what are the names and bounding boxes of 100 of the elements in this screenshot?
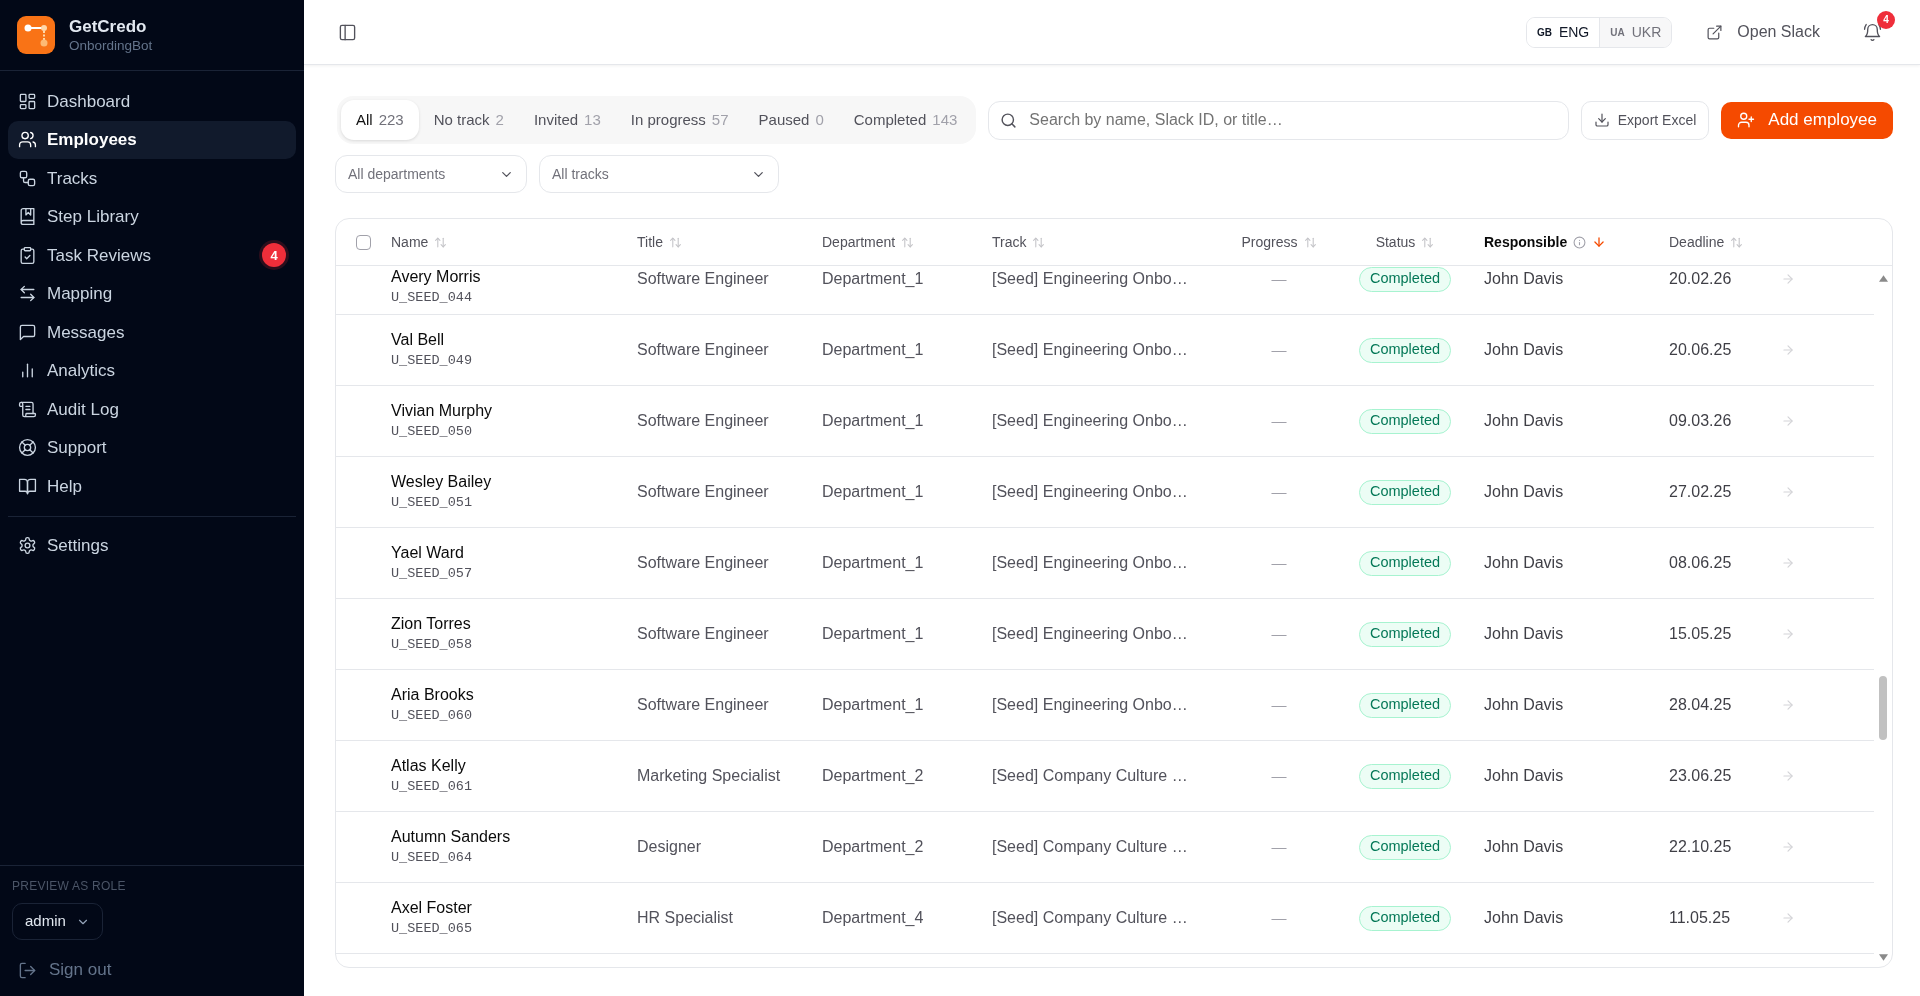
scroll-down-icon[interactable] [1878,954,1888,961]
progress-value: — [1271,836,1287,857]
job-title: Marketing Specialist [637,767,781,784]
employee-id: U_SEED_050 [391,423,472,441]
column-header[interactable]: Title [637,231,682,253]
sidebar-item[interactable]: Audit Log [8,390,296,429]
job-title: Software Engineer [637,554,769,571]
scroll-icon [18,399,37,419]
filter-tab[interactable]: Paused 0 [743,100,839,140]
sidebar-item[interactable]: Help [8,467,296,506]
search-field[interactable]: Search by name, Slack ID, or title… [988,100,1569,140]
deadline-date: 23.06.25 [1669,767,1732,784]
employee-id: U_SEED_049 [391,352,472,370]
department-name: Department_1 [822,341,924,358]
sign-out-button[interactable]: Sign out [18,954,112,986]
track-name: [Seed] Company Culture … [992,838,1188,855]
employee-id: U_SEED_058 [391,636,472,654]
column-header[interactable]: Name [391,231,448,253]
department-name: Department_2 [822,767,924,784]
open-slack-link[interactable]: Open Slack [1706,20,1820,44]
bell-icon[interactable] [1863,22,1882,42]
log-out-icon [18,960,37,980]
department-name: Department_1 [822,412,924,429]
clipboard-check-icon [18,245,37,265]
add-employee-button[interactable]: Add employee [1721,101,1893,139]
department-name: Department_1 [822,625,924,642]
employee-id: U_SEED_051 [391,494,472,512]
column-header[interactable]: Responsible [1484,231,1607,253]
scroll-up-icon[interactable] [1878,275,1888,282]
track-name: [Seed] Engineering Onbo… [992,483,1188,500]
track-name: [Seed] Engineering Onbo… [992,412,1188,429]
deadline-date: 28.04.25 [1669,696,1732,713]
responsible-person: John Davis [1484,483,1564,500]
employee-name: Yael Ward [391,543,464,563]
progress-value: — [1271,694,1287,715]
responsible-person: John Davis [1484,270,1564,287]
filter-dropdown[interactable]: All tracks [539,155,779,193]
progress-value: — [1271,410,1287,431]
deadline-date: 27.02.25 [1669,483,1732,500]
column-header[interactable]: Track [992,231,1046,253]
job-title: Software Engineer [637,412,769,429]
column-header[interactable]: Department [822,231,915,253]
progress-value: — [1271,552,1287,573]
role-select[interactable]: admin [12,903,103,940]
sidebar-item[interactable]: Support [8,428,296,467]
lifebuoy-icon [18,438,37,458]
export-button[interactable]: Export Excel [1580,100,1710,140]
column-header[interactable]: Deadline [1669,231,1744,253]
panel-toggle-icon[interactable] [338,22,357,42]
select-all-checkbox[interactable] [356,234,371,250]
filter-tab[interactable]: Invited 13 [518,100,616,140]
progress-value: — [1271,623,1287,644]
country-code: GB [1536,25,1552,40]
sidebar-item[interactable]: Mapping [8,274,296,313]
employee-id: U_SEED_057 [391,565,472,583]
scrollbar-thumb[interactable] [1879,676,1887,740]
sidebar-item[interactable]: Settings [8,526,296,565]
language-option[interactable]: UA UKR [1599,17,1672,47]
status-badge: Completed [1358,479,1452,505]
filter-tab[interactable]: In progress 57 [615,100,744,140]
column-header[interactable]: Progress [1241,231,1317,253]
status-badge: Completed [1358,905,1452,931]
responsible-person: John Davis [1484,341,1564,358]
deadline-date: 15.05.25 [1669,625,1732,642]
column-header[interactable]: Status [1375,231,1435,253]
responsible-person: John Davis [1484,909,1564,926]
sidebar-item[interactable]: Analytics [8,351,296,390]
filter-tab[interactable]: No track 2 [418,100,519,140]
track-name: [Seed] Company Culture … [992,909,1188,926]
track-name: [Seed] Engineering Onbo… [992,270,1188,287]
employee-name: Aria Brooks [391,685,474,705]
job-title: Software Engineer [637,483,769,500]
employee-id: U_SEED_065 [391,920,472,938]
sidebar-item[interactable]: Employees [8,120,296,159]
deadline-date: 22.10.25 [1669,838,1732,855]
department-name: Department_1 [822,270,924,287]
status-badge: Completed [1358,621,1452,647]
section-label: PREVIEW AS ROLE [12,878,126,894]
sidebar-item[interactable]: Step Library [8,197,296,236]
sidebar-item[interactable]: Messages [8,313,296,352]
responsible-person: John Davis [1484,767,1564,784]
employee-name: Autumn Sanders [391,827,511,847]
swap-arrows-icon [18,284,37,304]
status-badge: Completed [1358,763,1452,789]
filter-tab[interactable]: Completed 143 [838,100,973,140]
tab-count: 223 [378,109,404,130]
filter-tab[interactable]: All 223 [341,100,419,140]
employee-name: Atlas Kelly [391,756,466,776]
download-icon [1593,112,1610,128]
department-name: Department_1 [822,483,924,500]
status-badge: Completed [1358,408,1452,434]
status-badge: Completed [1358,692,1452,718]
country-code: UA [1610,25,1625,40]
filter-dropdown[interactable]: All departments [335,155,527,193]
deadline-date: 11.05.25 [1669,909,1731,926]
sidebar-item[interactable]: Task Reviews 4 [8,236,296,275]
sidebar-item[interactable]: Dashboard [8,82,296,121]
employee-name: Wesley Bailey [391,472,492,492]
sidebar-item[interactable]: Tracks [8,159,296,198]
employee-id: U_SEED_044 [391,289,472,307]
